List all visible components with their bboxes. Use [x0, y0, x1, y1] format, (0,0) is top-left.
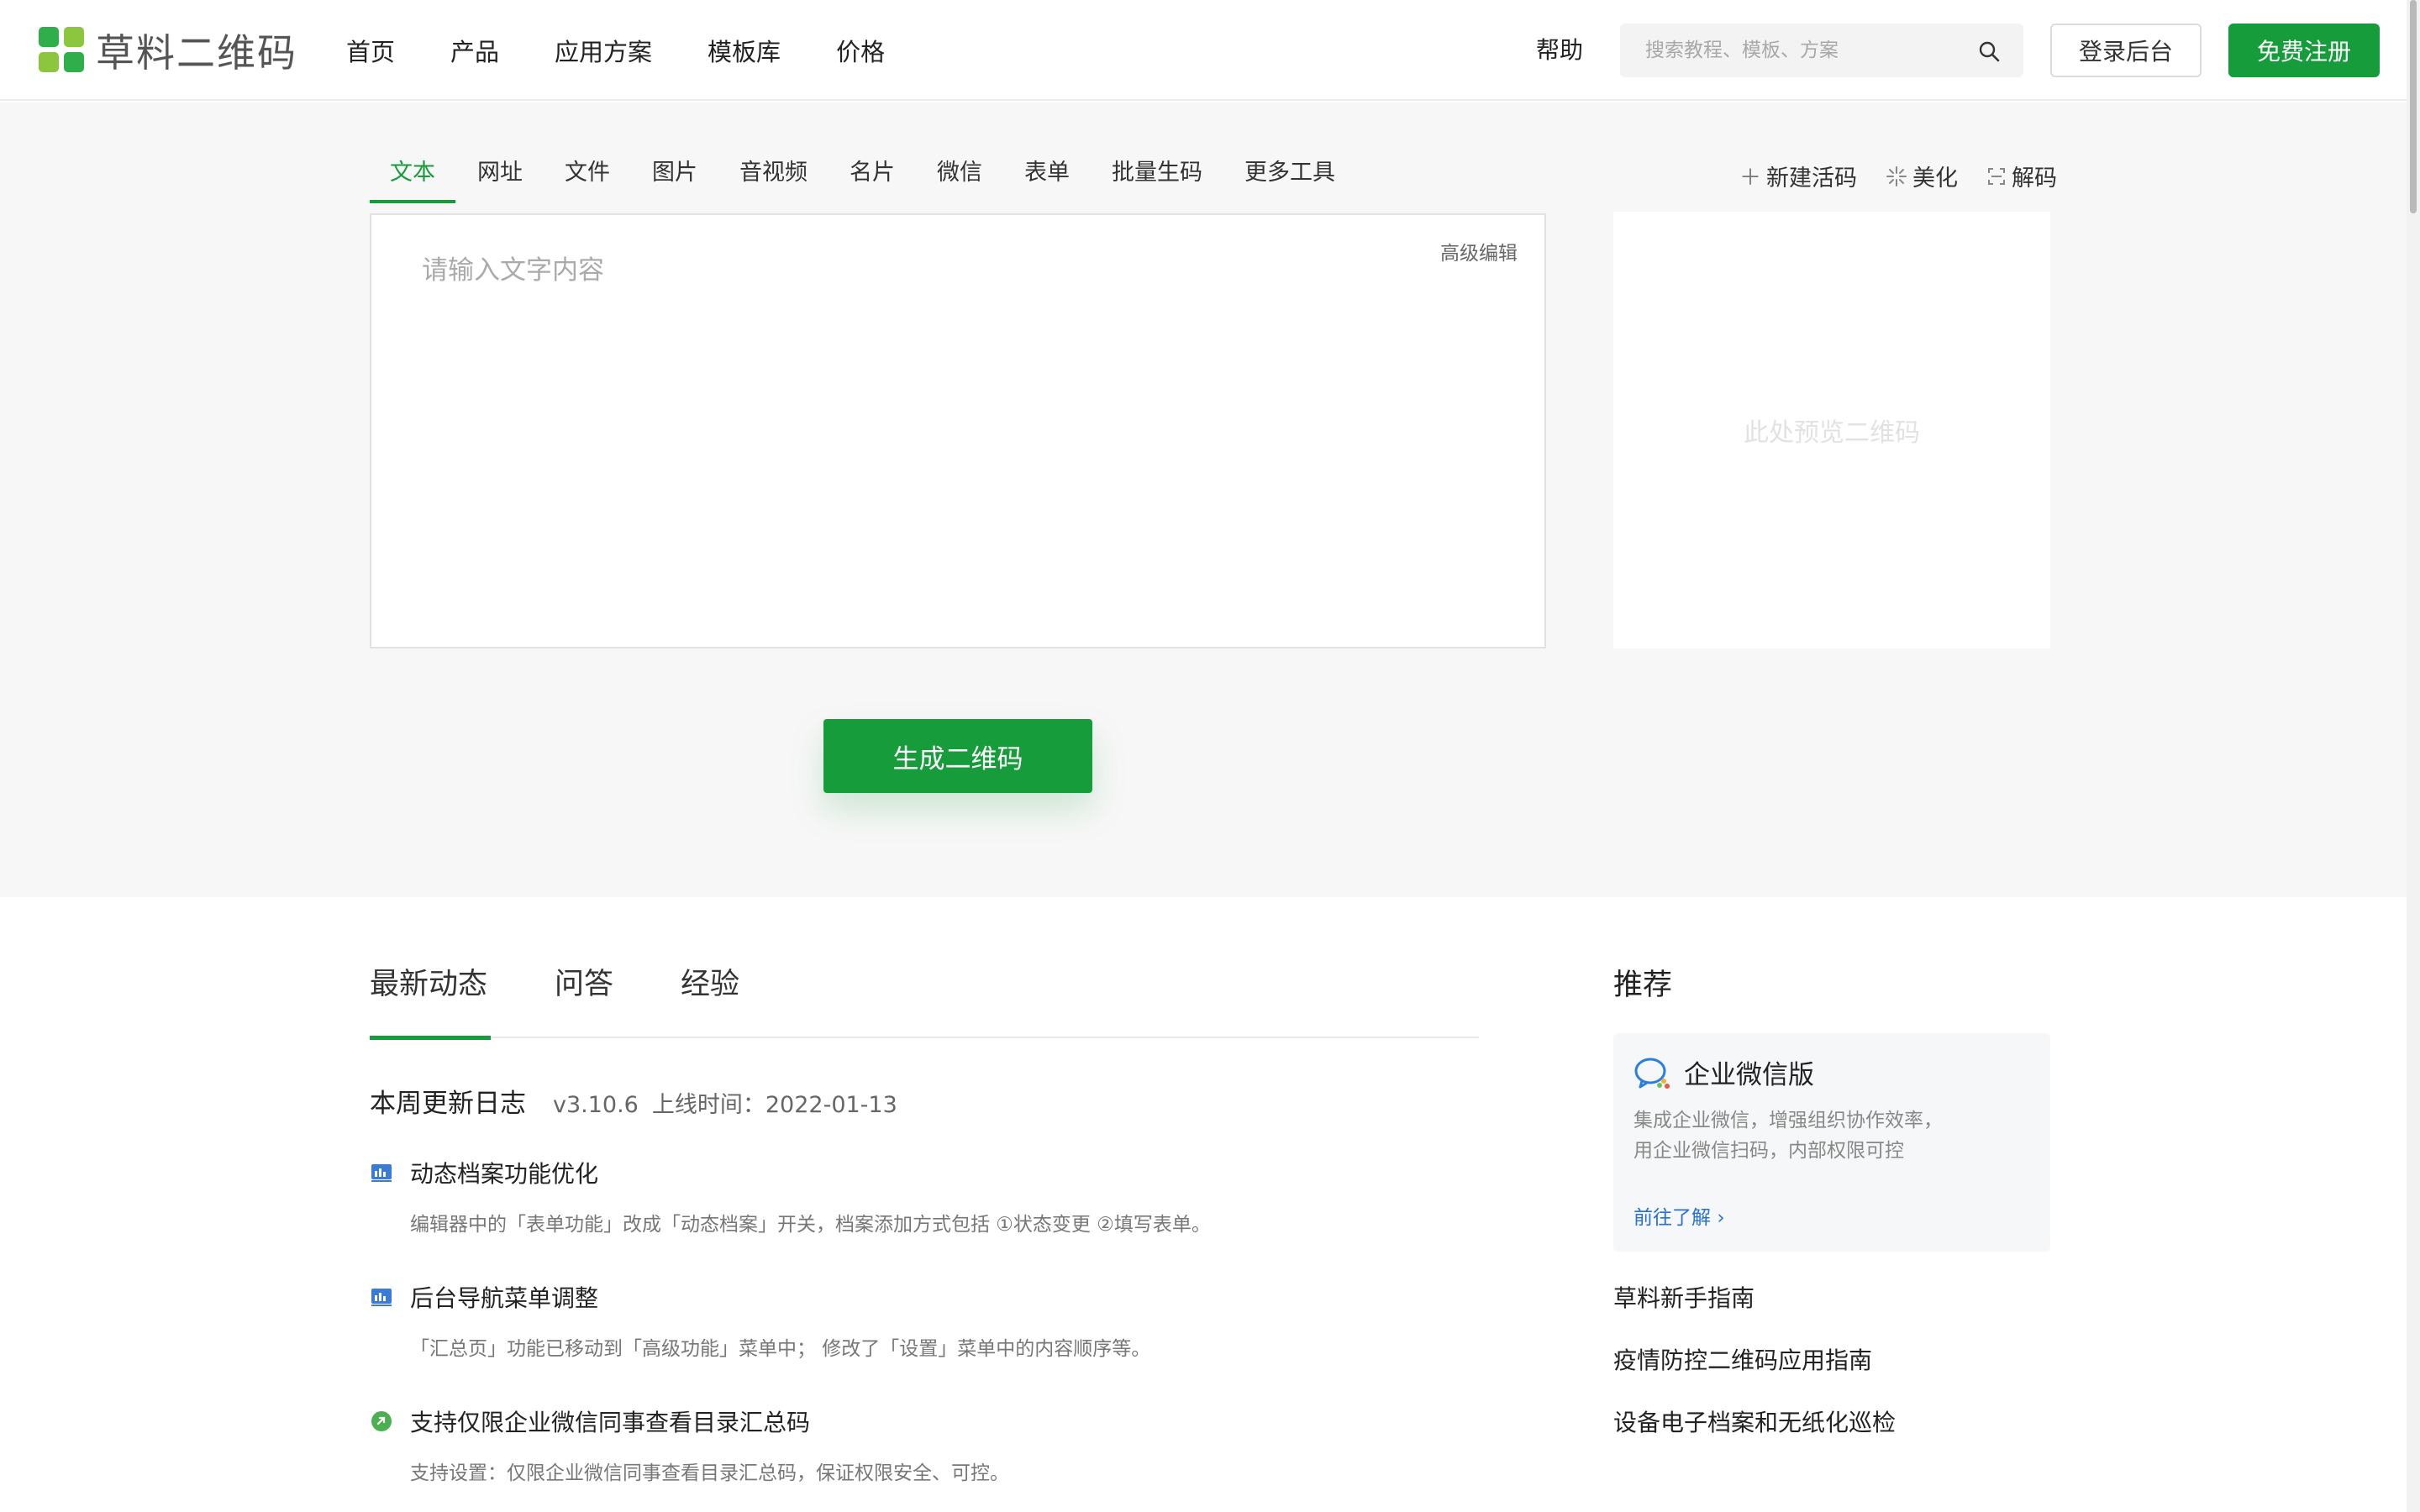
- weekly-changelog-header: 本周更新日志 v3.10.6 上线时间：2022-01-13: [370, 1082, 897, 1120]
- tab-url[interactable]: 网址: [457, 156, 543, 203]
- new-dynamic-code-button[interactable]: ＋ 新建活码: [1739, 160, 1857, 192]
- content-type-tabs: 文本 网址 文件 图片 音视频 名片 微信 表单 批量生码 更多工具: [370, 156, 1357, 203]
- nav-item-solutions[interactable]: 应用方案: [555, 33, 652, 68]
- search-input[interactable]: [1645, 24, 1965, 77]
- tool-label: 新建活码: [1766, 165, 1858, 192]
- main-nav: 首页 产品 应用方案 模板库 价格: [346, 0, 940, 101]
- login-button[interactable]: 登录后台: [2050, 24, 2202, 77]
- recommend-title: 推荐: [1613, 969, 1673, 1002]
- sparkle-icon: [1886, 165, 1907, 186]
- generate-qr-button[interactable]: 生成二维码: [823, 719, 1092, 793]
- card-title: 企业微信版: [1684, 1060, 1814, 1090]
- scrollbar-thumb[interactable]: [2410, 0, 2417, 213]
- logo-text: 草料二维码: [96, 30, 297, 76]
- qr-preview-panel: 此处预览二维码: [1613, 212, 2050, 648]
- tab-form[interactable]: 表单: [1004, 156, 1090, 203]
- text-content-input[interactable]: [422, 249, 1430, 601]
- tab-card[interactable]: 名片: [829, 156, 915, 203]
- nav-item-home[interactable]: 首页: [346, 33, 395, 68]
- list-item: 后台导航菜单调整 「汇总页」功能已移动到「高级功能」菜单中； 修改了「设置」菜单…: [370, 1280, 1546, 1361]
- chart-icon: [371, 1164, 392, 1182]
- tab-batch[interactable]: 批量生码: [1092, 156, 1223, 203]
- nav-item-products[interactable]: 产品: [450, 33, 499, 68]
- beautify-button[interactable]: 美化: [1886, 160, 1958, 192]
- chart-icon: [371, 1289, 392, 1306]
- tab-wechat[interactable]: 微信: [917, 156, 1002, 203]
- changelog-date: 上线时间：2022-01-13: [651, 1092, 897, 1118]
- advanced-edit-button[interactable]: 高级编辑: [1440, 237, 1518, 265]
- plus-icon: ＋: [1739, 165, 1762, 191]
- search-box: [1620, 24, 2023, 77]
- nav-item-pricing[interactable]: 价格: [836, 33, 885, 68]
- log-title[interactable]: 支持仅限企业微信同事查看目录汇总码: [410, 1404, 810, 1438]
- text-editor: 高级编辑: [370, 213, 1546, 648]
- list-item: 动态档案功能优化 编辑器中的「表单功能」改成「动态档案」开关，档案添加方式包括 …: [370, 1156, 1546, 1236]
- log-desc: 支持设置：仅限企业微信同事查看目录汇总码，保证权限安全、可控。: [410, 1462, 1009, 1484]
- log-title[interactable]: 动态档案功能优化: [410, 1156, 598, 1189]
- tab-qa[interactable]: 问答: [555, 961, 613, 1038]
- wecom-card[interactable]: 企业微信版 集成企业微信，增强组织协作效率， 用企业微信扫码，内部权限可控 前往…: [1613, 1033, 2050, 1252]
- chevron-right-icon: ›: [1717, 1207, 1725, 1229]
- recommend-link-inspection[interactable]: 设备电子档案和无纸化巡检: [1613, 1404, 1896, 1438]
- learn-more-label: 前往了解: [1634, 1207, 1711, 1229]
- learn-more-link[interactable]: 前往了解 ›: [1634, 1201, 1725, 1230]
- changelog-version: v3.10.6: [553, 1092, 639, 1118]
- tab-image[interactable]: 图片: [632, 156, 718, 203]
- card-desc: 集成企业微信，增强组织协作效率， 用企业微信扫码，内部权限可控: [1634, 1110, 1943, 1162]
- changelog-title: 本周更新日志: [370, 1089, 526, 1119]
- wecom-icon: [1634, 1058, 1670, 1089]
- search-icon[interactable]: [1978, 40, 2000, 62]
- list-item: 支持仅限企业微信同事查看目录汇总码 支持设置：仅限企业微信同事查看目录汇总码，保…: [370, 1404, 1546, 1485]
- generator-section: 文本 网址 文件 图片 音视频 名片 微信 表单 批量生码 更多工具 ＋ 新建活…: [0, 102, 2407, 897]
- tab-latest[interactable]: 最新动态: [370, 961, 492, 1040]
- scan-icon: [1988, 167, 2006, 185]
- register-button[interactable]: 免费注册: [2228, 24, 2380, 77]
- page-scrollbar[interactable]: [2407, 0, 2420, 1512]
- tab-more-tools[interactable]: 更多工具: [1224, 156, 1355, 203]
- logo[interactable]: 草料二维码: [39, 25, 297, 76]
- tab-file[interactable]: 文件: [544, 156, 630, 203]
- editor-tools: ＋ 新建活码 美化 解码: [1739, 160, 2057, 192]
- wecom-link-icon: [371, 1411, 392, 1431]
- top-header: 草料二维码 首页 产品 应用方案 模板库 价格 帮助 登录后台 免费注册: [0, 0, 2420, 101]
- preview-placeholder: 此处预览二维码: [1744, 418, 1920, 448]
- logo-mark-icon: [39, 27, 86, 74]
- log-title[interactable]: 后台导航菜单调整: [410, 1280, 598, 1314]
- log-desc: 「汇总页」功能已移动到「高级功能」菜单中； 修改了「设置」菜单中的内容顺序等。: [410, 1338, 1151, 1360]
- recommend-link-epidemic[interactable]: 疫情防控二维码应用指南: [1613, 1342, 1872, 1376]
- news-tabs: 最新动态 问答 经验: [370, 961, 1479, 1040]
- tab-experience[interactable]: 经验: [681, 961, 739, 1038]
- help-link[interactable]: 帮助: [1536, 32, 1583, 66]
- log-desc: 编辑器中的「表单功能」改成「动态档案」开关，档案添加方式包括 ①状态变更 ②填写…: [410, 1214, 1211, 1236]
- recommend-link-guide[interactable]: 草料新手指南: [1613, 1280, 1754, 1314]
- tool-label: 美化: [1912, 165, 1959, 192]
- tool-label: 解码: [2012, 165, 2058, 192]
- nav-item-templates[interactable]: 模板库: [708, 33, 781, 68]
- tab-media[interactable]: 音视频: [719, 156, 828, 203]
- decode-button[interactable]: 解码: [1986, 160, 2057, 192]
- tab-text[interactable]: 文本: [370, 156, 455, 203]
